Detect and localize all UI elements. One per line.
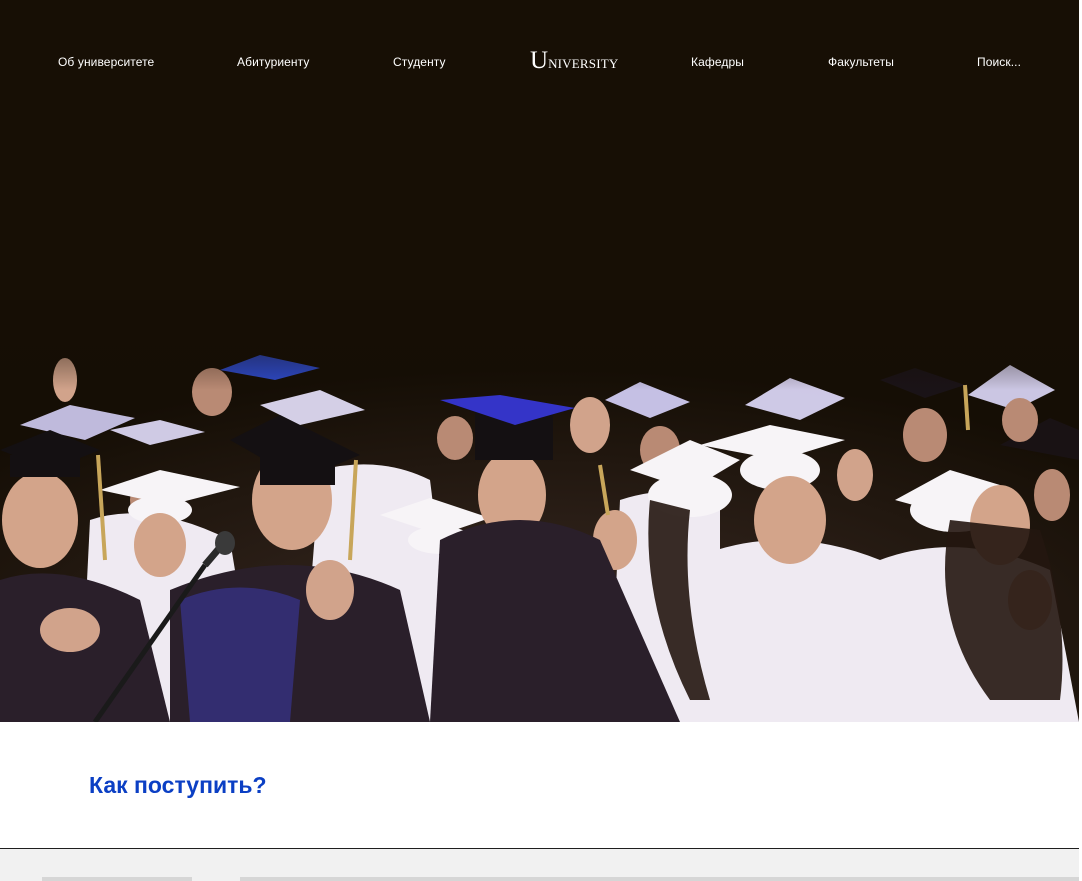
site-logo[interactable]: UNIVERSITY [530,48,618,74]
nav-item-search[interactable]: Поиск... [977,55,1021,69]
nav-item-about[interactable]: Об университете [58,55,154,69]
logo-text: NIVERSITY [548,56,619,71]
nav-item-faculties[interactable]: Факультеты [828,55,894,69]
scrollbar-segment [42,877,192,881]
top-navigation: Об университете Абитуриенту Студенту UNI… [0,40,1079,86]
scrollbar-track [240,877,1079,881]
bottom-band [0,849,1079,881]
nav-item-students[interactable]: Студенту [393,55,446,69]
hero-banner: Об университете Абитуриенту Студенту UNI… [0,0,1079,722]
how-to-apply-heading[interactable]: Как поступить? [89,772,267,799]
logo-initial: U [530,47,549,74]
nav-item-applicants[interactable]: Абитуриенту [237,55,310,69]
nav-item-departments[interactable]: Кафедры [691,55,744,69]
graduation-photo [0,0,1079,722]
main-content: Как поступить? [0,722,1079,848]
